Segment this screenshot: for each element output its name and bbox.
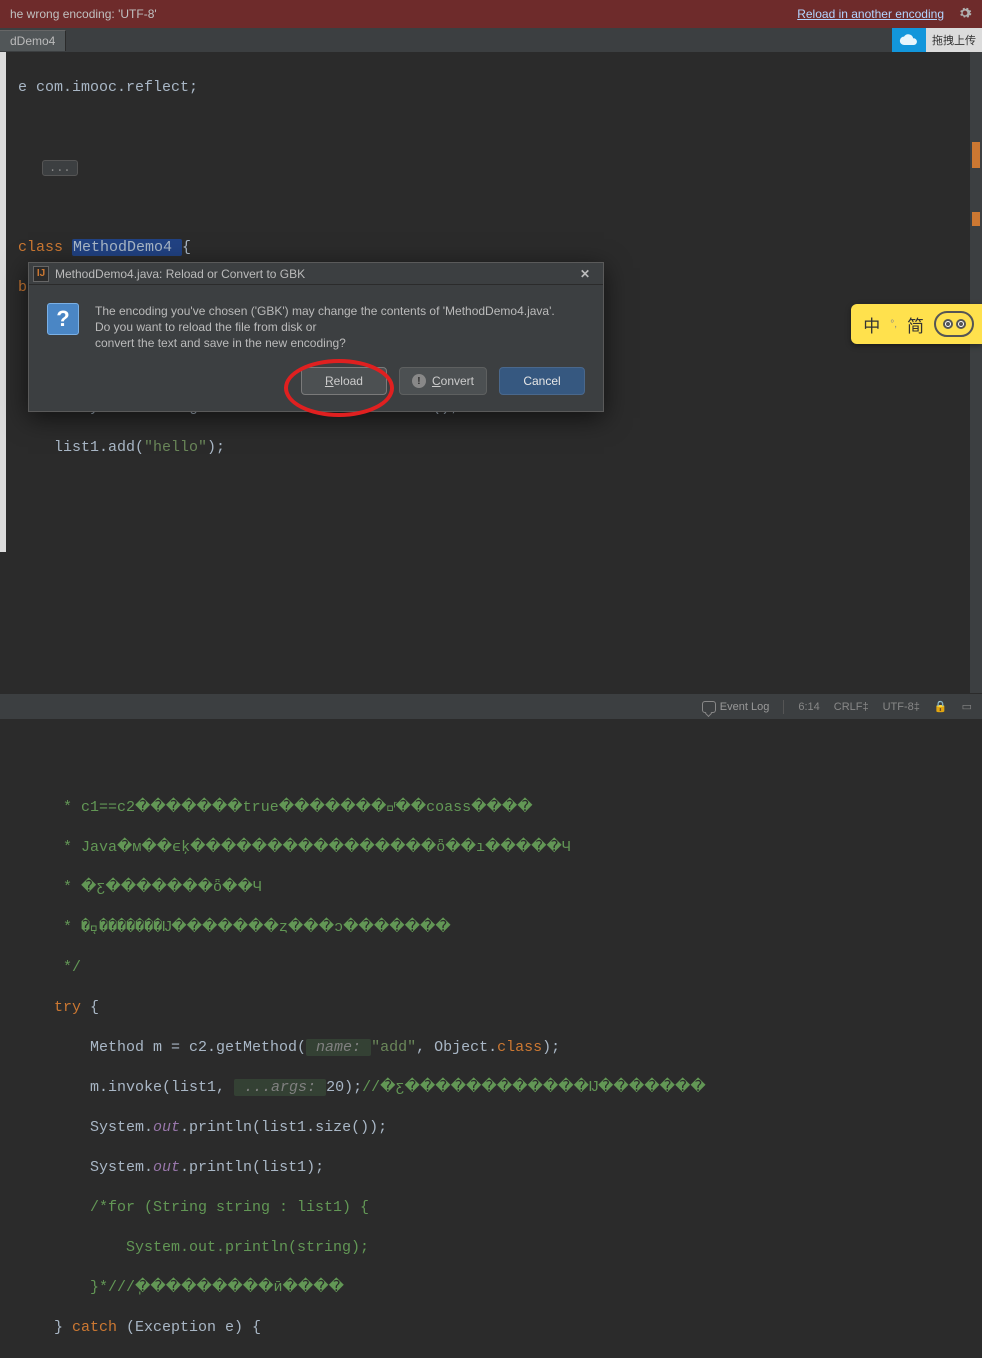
- encoding-warning-banner: he wrong encoding: 'UTF-8' Reload in ano…: [0, 0, 982, 28]
- code-text: );: [344, 1079, 362, 1096]
- convert-button[interactable]: !Convert: [399, 367, 487, 395]
- warning-marker[interactable]: [972, 212, 980, 226]
- code-text: System.: [18, 1119, 153, 1136]
- reload-encoding-link[interactable]: Reload in another encoding: [797, 7, 944, 21]
- warning-marker[interactable]: [972, 142, 980, 168]
- code-text: ;: [189, 79, 198, 96]
- code-text: m.invoke(list1,: [18, 1079, 234, 1096]
- code-comment: * �ƹ�������ȫ��Ч: [18, 879, 262, 896]
- speech-icon: [702, 701, 716, 713]
- dialog-line: Do you want to reload the file from disk…: [95, 319, 555, 335]
- code-comment: * c1==c2�������true��������ͬ��coass����: [18, 799, 533, 816]
- ime-simp[interactable]: 简: [907, 312, 924, 337]
- dialog-line: convert the text and save in the new enc…: [95, 335, 555, 351]
- code-text: .println(list1);: [180, 1159, 324, 1176]
- code-text: System.: [18, 1159, 153, 1176]
- code-text: out: [153, 1159, 180, 1176]
- app-icon: IJ: [33, 266, 49, 282]
- dialog-title-text: MethodDemo4.java: Reload or Convert to G…: [55, 267, 305, 281]
- question-icon: ?: [47, 303, 79, 335]
- minion-icon[interactable]: [934, 311, 974, 337]
- code-text: }: [18, 1319, 72, 1336]
- code-text: );: [542, 1039, 560, 1056]
- ime-sep: °,: [890, 319, 897, 330]
- event-log-button[interactable]: Event Log: [702, 701, 770, 713]
- code-text: "add": [371, 1039, 416, 1056]
- code-text: out: [153, 1119, 180, 1136]
- code-comment: /*for (String string : list1) {: [18, 1199, 369, 1216]
- editor-scrollbar[interactable]: [970, 52, 982, 693]
- ime-widget[interactable]: 中 °, 简: [851, 304, 982, 344]
- code-text: .println(list1.size());: [180, 1119, 387, 1136]
- reload-button[interactable]: Reload: [301, 367, 387, 395]
- cloud-icon: [892, 28, 926, 52]
- dialog-titlebar[interactable]: IJ MethodDemo4.java: Reload or Convert t…: [29, 263, 603, 285]
- dialog-message: The encoding you've chosen ('GBK') may c…: [95, 303, 555, 351]
- ime-lang[interactable]: 中: [863, 312, 880, 337]
- code-comment: System.out.println(string);: [18, 1239, 369, 1256]
- code-text: (Exception e) {: [126, 1319, 261, 1336]
- code-comment: //�ƹ������������Ĳ�������: [362, 1079, 706, 1096]
- line-separator[interactable]: CRLF‡: [834, 701, 869, 713]
- code-text: MethodDemo4: [72, 239, 182, 256]
- memory-indicator[interactable]: ▭: [962, 700, 972, 713]
- upload-label: 拖拽上传: [926, 28, 982, 52]
- code-comment: */: [18, 959, 81, 976]
- cancel-button[interactable]: Cancel: [499, 367, 585, 395]
- tab-methoddemo4[interactable]: dDemo4: [0, 30, 66, 51]
- code-text: ...args:: [234, 1079, 326, 1096]
- close-button[interactable]: ✕: [571, 267, 599, 281]
- reload-convert-dialog: IJ MethodDemo4.java: Reload or Convert t…: [28, 262, 604, 412]
- editor-tab-bar: dDemo4 拖拽上传: [0, 28, 982, 52]
- code-text: try: [18, 999, 81, 1016]
- code-text: 20: [326, 1079, 344, 1096]
- code-comment: * ��֤�������Ĳ�������ȥ���ͻ�������: [18, 919, 451, 936]
- code-text: name:: [306, 1039, 371, 1056]
- code-text: com.imooc.reflect: [36, 79, 189, 96]
- gear-icon[interactable]: [958, 6, 972, 23]
- code-text: );: [207, 439, 225, 456]
- banner-text: he wrong encoding: 'UTF-8': [10, 7, 157, 21]
- code-text: {: [81, 999, 99, 1016]
- code-text: Method m = c2.getMethod(: [18, 1039, 306, 1056]
- warn-icon: !: [412, 374, 426, 388]
- cloud-upload-widget[interactable]: 拖拽上传: [892, 28, 982, 52]
- code-text: "hello": [144, 439, 207, 456]
- code-comment: }*/: [18, 1279, 117, 1296]
- code-text: list1.add(: [18, 439, 144, 456]
- code-comment: //�ֽ��������ӣ����: [117, 1279, 344, 1296]
- code-text: {: [182, 239, 191, 256]
- code-text: e: [18, 79, 36, 96]
- code-text: class: [18, 239, 72, 256]
- lock-icon[interactable]: 🔒: [934, 700, 948, 713]
- cursor-position[interactable]: 6:14: [798, 701, 819, 713]
- dialog-line: The encoding you've chosen ('GBK') may c…: [95, 303, 555, 319]
- file-encoding[interactable]: UTF-8‡: [883, 701, 920, 713]
- code-text: catch: [72, 1319, 126, 1336]
- code-text: class: [497, 1039, 542, 1056]
- code-comment: * Java�м��ϵķ�����ֹ�����������ȫ��ı�����Ч: [18, 839, 571, 856]
- status-bar: Event Log 6:14 CRLF‡ UTF-8‡ 🔒 ▭: [0, 693, 982, 719]
- code-text: , Object.: [416, 1039, 497, 1056]
- fold-marker[interactable]: ...: [42, 160, 78, 176]
